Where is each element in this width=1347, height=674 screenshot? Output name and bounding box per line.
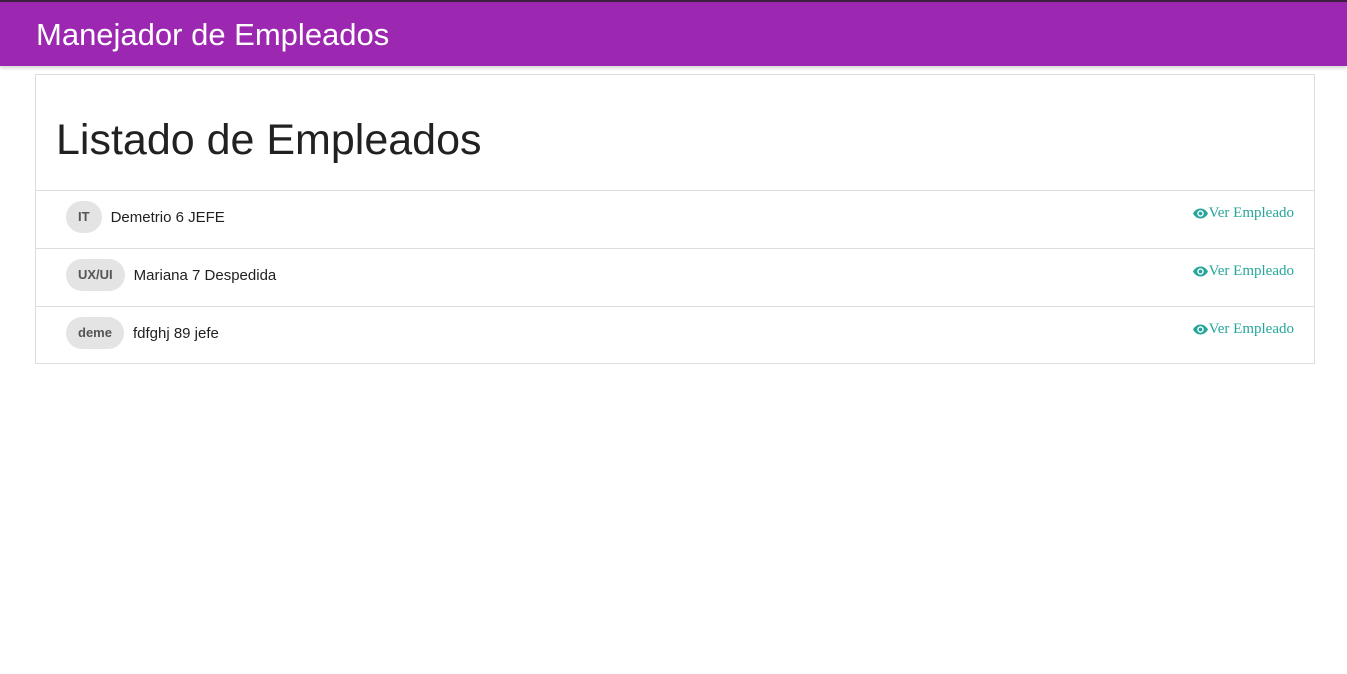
view-employee-link[interactable]: Ver Empleado	[1192, 321, 1294, 338]
eye-icon	[1192, 208, 1208, 219]
employee-summary: Mariana 7 Despedida	[133, 266, 277, 284]
view-employee-label: Ver Empleado	[1208, 205, 1294, 221]
employee-list: IT Demetrio 6 JEFE Ver Empleado UX/UI Ma…	[36, 190, 1314, 364]
view-employee-label: Ver Empleado	[1208, 321, 1294, 337]
list-item: IT Demetrio 6 JEFE Ver Empleado	[36, 190, 1314, 248]
list-item: deme fdfghj 89 jefe Ver Empleado	[36, 306, 1314, 364]
eye-icon	[1192, 324, 1208, 335]
department-badge: deme	[66, 317, 124, 349]
employee-summary: Demetrio 6 JEFE	[110, 208, 225, 226]
view-employee-link[interactable]: Ver Empleado	[1192, 205, 1294, 222]
view-employee-label: Ver Empleado	[1208, 263, 1294, 279]
department-badge: UX/UI	[66, 259, 125, 291]
employee-info: UX/UI Mariana 7 Despedida	[66, 259, 276, 291]
view-employee-link[interactable]: Ver Empleado	[1192, 263, 1294, 280]
employee-info: IT Demetrio 6 JEFE	[66, 201, 225, 233]
eye-icon	[1192, 266, 1208, 277]
app-title: Manejador de Empleados	[36, 17, 390, 52]
employee-summary: fdfghj 89 jefe	[132, 324, 219, 342]
department-badge: IT	[66, 201, 102, 233]
app-header: Manejador de Empleados	[0, 0, 1347, 66]
list-item: UX/UI Mariana 7 Despedida Ver Empleado	[36, 248, 1314, 306]
page-title: Listado de Empleados	[56, 116, 482, 164]
employee-list-panel: Listado de Empleados IT Demetrio 6 JEFE …	[35, 74, 1315, 364]
employee-info: deme fdfghj 89 jefe	[66, 317, 219, 349]
